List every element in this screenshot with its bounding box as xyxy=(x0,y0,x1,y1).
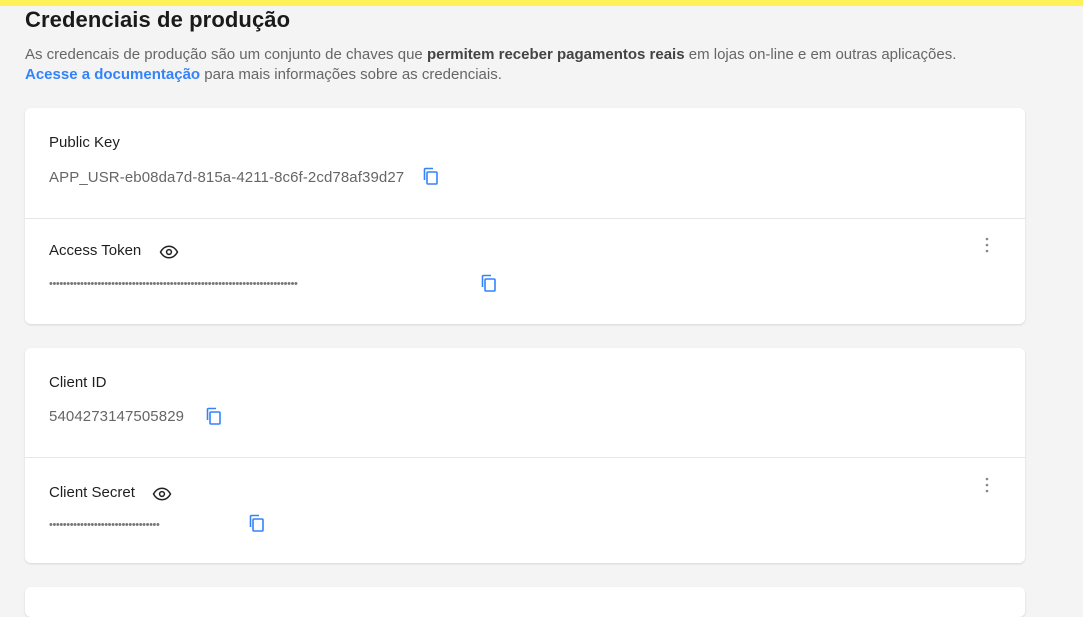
credentials-card-client: Client ID 5404273147505829 Client Secret… xyxy=(25,348,1025,563)
eye-icon[interactable] xyxy=(159,245,179,259)
description-text-3: para mais informações sobre as credencia… xyxy=(200,66,502,83)
documentation-link[interactable]: Acesse a documentação xyxy=(25,66,200,83)
public-key-row: Public Key APP_USR-eb08da7d-815a-4211-8c… xyxy=(25,108,1025,218)
kebab-menu-icon[interactable] xyxy=(983,476,991,494)
client-secret-row: Client Secret ••••••••••••••••••••••••••… xyxy=(25,458,1025,563)
description-text-1: As credencais de produção são um conjunt… xyxy=(25,46,427,63)
copy-icon[interactable] xyxy=(204,406,224,426)
description-text-2: em lojas on-line e em outras aplicações. xyxy=(684,46,957,63)
credentials-card-keys: Public Key APP_USR-eb08da7d-815a-4211-8c… xyxy=(25,108,1025,324)
public-key-label: Public Key xyxy=(49,134,120,151)
access-token-masked-value: ••••••••••••••••••••••••••••••••••••••••… xyxy=(49,278,298,290)
copy-icon[interactable] xyxy=(479,273,499,293)
client-id-value: 5404273147505829 xyxy=(49,408,185,425)
client-id-label: Client ID xyxy=(49,374,107,391)
description-bold-text: permitem receber pagamentos reais xyxy=(426,46,685,63)
access-token-label: Access Token xyxy=(49,242,142,259)
credentials-card-partial xyxy=(25,587,1025,617)
copy-icon[interactable] xyxy=(421,166,441,186)
page-description: As credencais de produção são um conjunt… xyxy=(25,45,1025,85)
public-key-value: APP_USR-eb08da7d-815a-4211-8c6f-2cd78af3… xyxy=(49,169,405,186)
client-secret-label: Client Secret xyxy=(49,484,135,501)
client-id-row: Client ID 5404273147505829 xyxy=(25,348,1025,457)
copy-icon[interactable] xyxy=(247,513,267,533)
eye-icon[interactable] xyxy=(152,487,172,501)
client-secret-masked-value: •••••••••••••••••••••••••••••••• xyxy=(49,519,160,531)
access-token-row: Access Token •••••••••••••••••••••••••••… xyxy=(25,219,1025,324)
top-accent-bar xyxy=(0,0,1083,6)
page-title: Credenciais de produção xyxy=(25,7,291,32)
kebab-menu-icon[interactable] xyxy=(983,236,991,254)
